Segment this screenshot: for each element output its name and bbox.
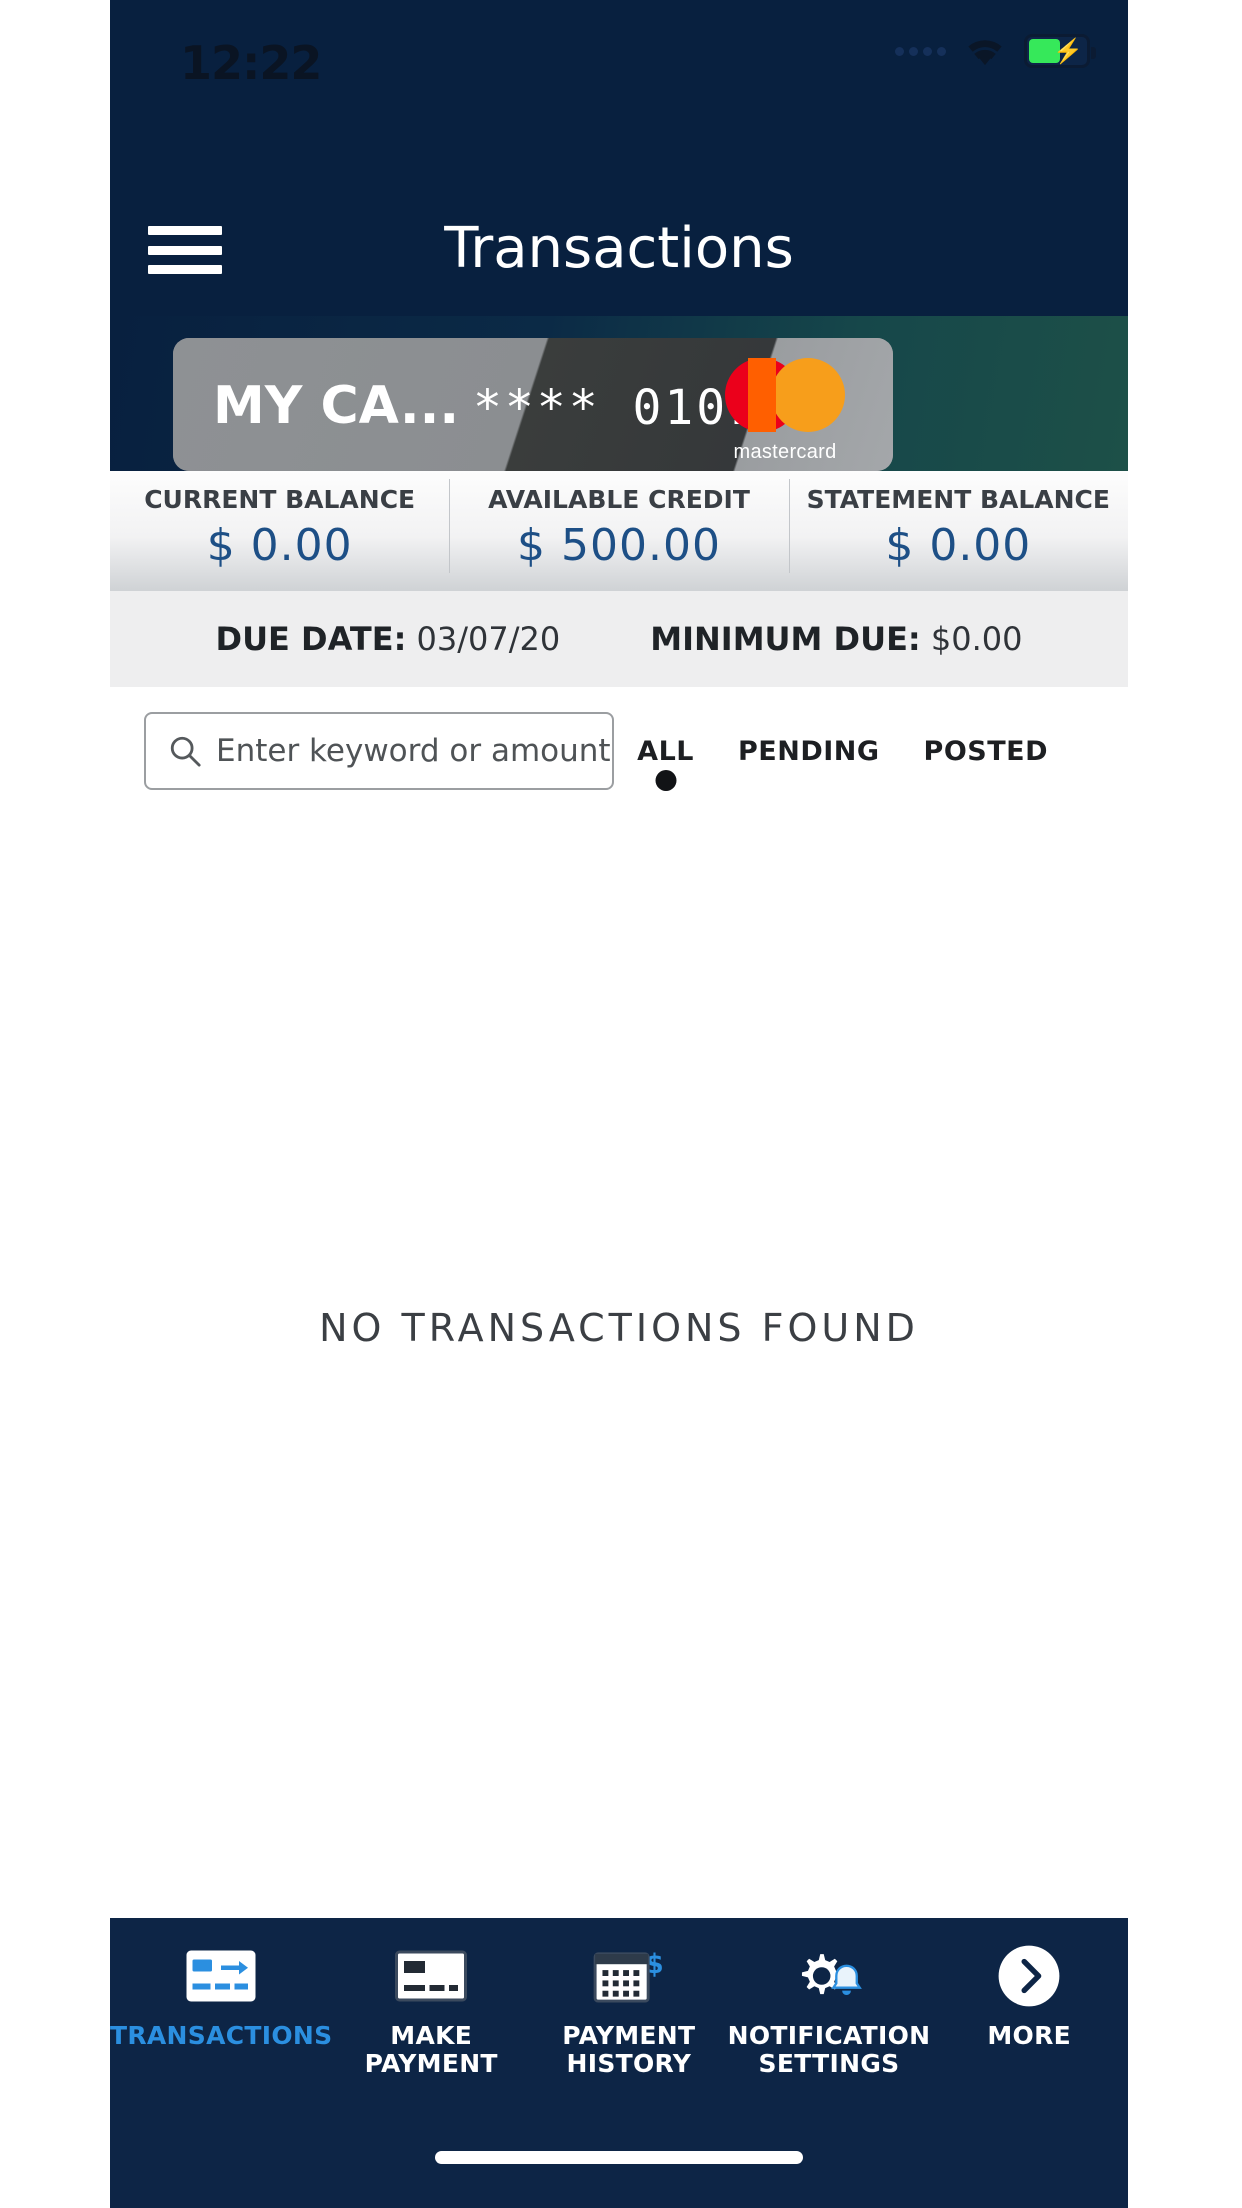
card-transfer-icon	[185, 1940, 257, 2012]
app-header: Transactions	[110, 188, 1128, 316]
tab-transactions[interactable]: TRANSACTIONS	[110, 1940, 332, 2118]
signal-dots-icon	[895, 46, 946, 56]
balance-value: $ 0.00	[206, 520, 353, 571]
filter-tab-all[interactable]: ALL	[637, 735, 694, 791]
status-bar-icons: ⚡	[895, 34, 1096, 68]
minimum-due-label: MINIMUM DUE:	[650, 620, 921, 658]
card-masked-number: **** 0101	[473, 380, 761, 436]
minimum-due-value: $0.00	[930, 620, 1023, 658]
status-bar: 12:22 ⚡	[110, 0, 1128, 188]
filter-tab-posted[interactable]: POSTED	[924, 736, 1048, 767]
due-date-label: DUE DATE:	[215, 620, 407, 658]
chevron-right-circle-icon	[997, 1940, 1061, 2012]
balance-value: $ 0.00	[885, 520, 1032, 571]
credit-card[interactable]: MY CA... **** 0101 mastercard	[173, 338, 893, 471]
filter-tab-pending[interactable]: PENDING	[738, 736, 880, 767]
filter-selected-dot	[655, 769, 677, 791]
filter-label: ALL	[637, 735, 694, 767]
tab-label: PAYMENT HISTORY	[562, 2021, 696, 2078]
phone-screen: 12:22 ⚡ Transactions MY CA... **** 0101	[110, 0, 1128, 2208]
card-nickname: MY CA...	[213, 376, 460, 436]
balance-label: CURRENT BALANCE	[144, 485, 416, 514]
empty-state-message: NO TRANSACTIONS FOUND	[319, 1306, 919, 1350]
balance-summary: CURRENT BALANCE $ 0.00 AVAILABLE CREDIT …	[110, 471, 1128, 591]
tab-label: MAKE PAYMENT	[364, 2021, 498, 2078]
card-banner: MY CA... **** 0101 mastercard	[110, 316, 1128, 471]
tab-label: NOTIFICATION SETTINGS	[727, 2021, 931, 2078]
balance-label: AVAILABLE CREDIT	[488, 485, 750, 514]
status-bar-time: 12:22	[180, 36, 322, 90]
balance-statement: STATEMENT BALANCE $ 0.00	[788, 471, 1128, 591]
card-icon	[395, 1940, 468, 2012]
home-indicator[interactable]	[435, 2151, 803, 2164]
due-date: DUE DATE: 03/07/20	[216, 620, 561, 658]
page-title: Transactions	[444, 216, 794, 281]
due-date-value: 03/07/20	[416, 620, 561, 658]
tab-make-payment[interactable]: MAKE PAYMENT	[332, 1940, 530, 2118]
balance-available-credit: AVAILABLE CREDIT $ 500.00	[449, 471, 788, 591]
transaction-filter-tabs: ALL PENDING POSTED	[637, 735, 1094, 791]
gear-bell-icon	[791, 1940, 867, 2012]
calendar-dollar-icon: $	[592, 1940, 666, 2012]
balance-label: STATEMENT BALANCE	[806, 485, 1110, 514]
balance-current: CURRENT BALANCE $ 0.00	[110, 471, 449, 591]
bottom-tab-bar: TRANSACTIONS MAKE PAYMENT $ PAYMENT HIST…	[110, 1918, 1128, 2208]
balance-value: $ 500.00	[517, 520, 721, 571]
search-icon	[170, 736, 201, 767]
filter-label: PENDING	[737, 735, 880, 767]
tab-payment-history[interactable]: $ PAYMENT HISTORY	[530, 1940, 728, 2118]
search-placeholder: Enter keyword or amount	[216, 733, 611, 769]
tab-label: TRANSACTIONS	[110, 2021, 333, 2050]
wifi-icon	[968, 40, 1002, 66]
search-input[interactable]: Enter keyword or amount	[144, 712, 614, 790]
empty-state: NO TRANSACTIONS FOUND	[110, 815, 1128, 1841]
minimum-due: MINIMUM DUE: $0.00	[650, 620, 1022, 658]
search-filter-row: Enter keyword or amount ALL PENDING POST…	[110, 687, 1128, 815]
tab-label: MORE	[987, 2021, 1072, 2050]
tab-notification-settings[interactable]: NOTIFICATION SETTINGS	[728, 1940, 931, 2118]
mastercard-label: mastercard	[733, 441, 837, 463]
battery-charging-icon: ⚡	[1024, 34, 1096, 68]
filter-label: POSTED	[923, 735, 1048, 767]
due-info-row: DUE DATE: 03/07/20 MINIMUM DUE: $0.00	[110, 591, 1128, 687]
tab-more[interactable]: MORE	[930, 1940, 1128, 2118]
mastercard-logo-icon: mastercard	[725, 358, 845, 463]
